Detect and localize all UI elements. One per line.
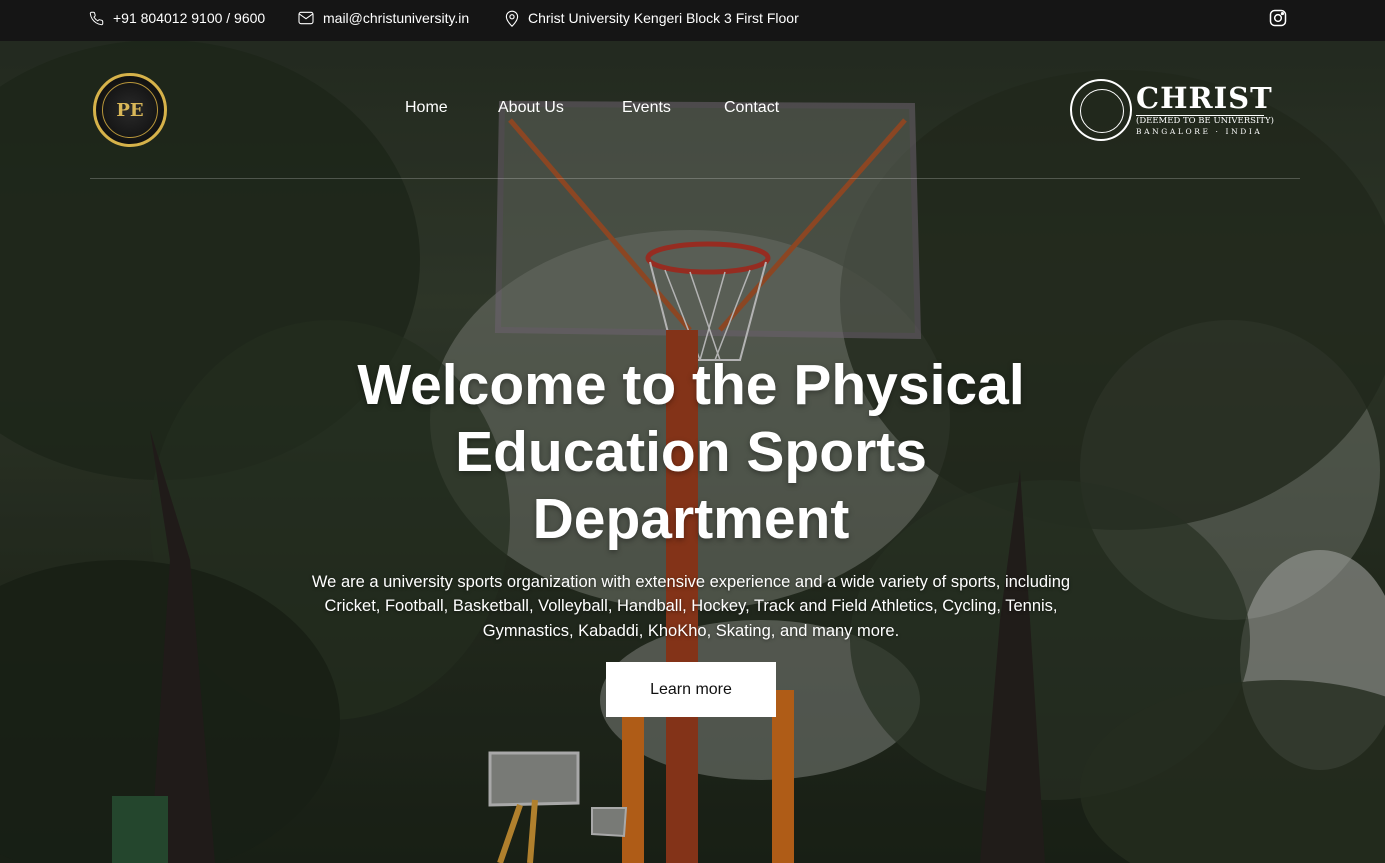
hero-description: We are a university sports organization … [311, 573, 1071, 640]
nav-item-events[interactable]: Events [622, 99, 671, 117]
phone-text: +91 804012 9100 / 9600 [113, 10, 266, 26]
top-contact-bar: +91 804012 9100 / 9600 mail@christuniver… [0, 0, 1385, 41]
university-logo-name: CHRIST [1136, 81, 1273, 115]
map-pin-icon [505, 10, 519, 27]
hero-title: Welcome to the Physical Education Sports… [357, 353, 1025, 551]
university-logo-subtitle: (DEEMED TO BE UNIVERSITY) [1136, 116, 1274, 126]
location-text: Christ University Kengeri Block 3 First … [528, 10, 799, 26]
location-contact[interactable]: Christ University Kengeri Block 3 First … [505, 0, 799, 36]
nav-item-contact[interactable]: Contact [724, 99, 779, 117]
nav-item-home[interactable]: Home [405, 99, 448, 117]
learn-more-button[interactable]: Learn more [606, 662, 776, 717]
university-logo[interactable]: CHRIST (DEEMED TO BE UNIVERSITY) BANGALO… [1070, 79, 1274, 143]
department-logo-emblem-icon: PE [102, 82, 158, 138]
phone-icon [89, 11, 104, 25]
email-text: mail@christuniversity.in [323, 10, 470, 26]
phone-contact[interactable]: +91 804012 9100 / 9600 [89, 0, 265, 36]
department-logo[interactable]: PE [93, 73, 167, 147]
mail-icon [298, 11, 314, 25]
nav-item-about-us[interactable]: About Us [498, 99, 564, 117]
email-contact[interactable]: mail@christuniversity.in [298, 0, 469, 36]
header-divider [90, 178, 1300, 179]
university-logo-location: BANGALORE · INDIA [1136, 127, 1263, 136]
university-seal-icon [1070, 79, 1132, 141]
instagram-icon[interactable] [1268, 8, 1288, 28]
